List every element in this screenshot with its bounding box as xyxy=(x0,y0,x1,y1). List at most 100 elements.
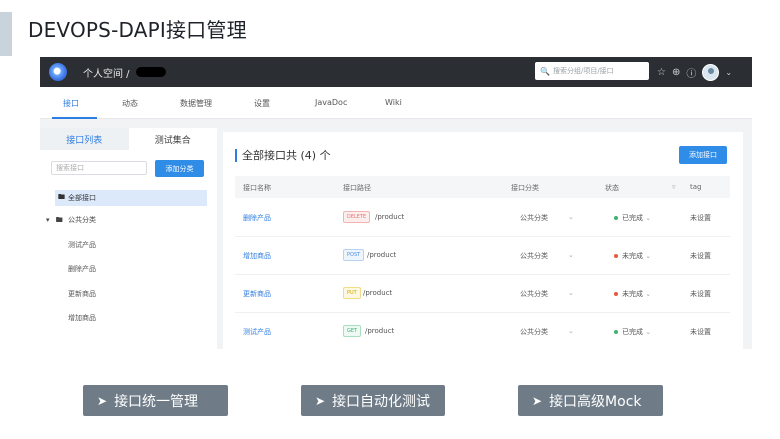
status-label: 未完成 xyxy=(622,290,643,298)
tag-value: 未设置 xyxy=(690,290,711,298)
feature-label: 接口自动化测试 xyxy=(332,393,431,410)
topbar-icons: ☆ ⊕ ⓘ ⌄ xyxy=(657,64,732,81)
tab-settings[interactable]: 设置 xyxy=(254,98,270,109)
status-dot xyxy=(614,254,618,258)
status-dot xyxy=(614,292,618,296)
arrow-right-icon: ➤ xyxy=(532,393,543,408)
active-tab-indicator xyxy=(52,117,97,119)
feature-pill-advanced-mock: ➤ 接口高级Mock xyxy=(518,385,663,416)
status-label: 已完成 xyxy=(622,328,643,336)
category-select[interactable]: 公共分类 xyxy=(520,251,548,261)
add-interface-button[interactable]: 添加接口 xyxy=(679,146,727,164)
chevron-down-icon: ⌄ xyxy=(645,252,652,260)
folder-icon: 🖿 xyxy=(58,192,65,201)
interface-name-link[interactable]: 测试产品 xyxy=(243,327,271,337)
method-badge: DELETE xyxy=(343,211,371,223)
tree-item[interactable]: 增加商品 xyxy=(68,313,96,323)
interface-path: /product xyxy=(365,327,395,335)
tab-activity[interactable]: 动态 xyxy=(122,98,138,109)
status-label: 已完成 xyxy=(622,214,643,222)
table-row[interactable]: 增加商品 POST /product 公共分类 ⌄ 未完成 ⌄ 未设置 xyxy=(235,237,730,275)
method-badge: PUT xyxy=(343,287,361,299)
plus-circle-icon[interactable]: ⊕ xyxy=(672,67,680,78)
tab-test-collection[interactable]: 测试集合 xyxy=(128,128,217,150)
tree-item[interactable]: 测试产品 xyxy=(68,240,96,250)
tab-interface-list[interactable]: 接口列表 xyxy=(40,128,129,150)
slide-accent-bar xyxy=(0,12,12,56)
table-row[interactable]: 测试产品 GET /product 公共分类 ⌄ 已完成 ⌄ 未设置 xyxy=(235,313,730,349)
slide-title: DEVOPS-DAPI接口管理 xyxy=(28,18,247,42)
add-category-button[interactable]: 添加分类 xyxy=(155,160,204,177)
interface-path: /product xyxy=(363,289,393,297)
nav-tabs: 接口 动态 数据管理 设置 JavaDoc Wiki xyxy=(40,87,752,119)
chevron-down-icon: ⌄ xyxy=(645,328,652,336)
column-header: 接口路径 xyxy=(343,184,371,192)
method-badge: POST xyxy=(343,249,365,261)
tab-data-management[interactable]: 数据管理 xyxy=(180,98,212,109)
tree-item[interactable]: 更新商品 xyxy=(68,289,96,299)
tag-value: 未设置 xyxy=(690,252,711,260)
interface-name-link[interactable]: 删除产品 xyxy=(243,213,271,223)
interface-path: /product xyxy=(367,251,397,259)
sidebar: 接口列表 测试集合 搜索接口 添加分类 🖿 全部接口 ▾ 🖿 公共分类 测试产品… xyxy=(40,128,217,349)
chevron-down-icon[interactable]: ⌄ xyxy=(568,327,574,335)
status-select[interactable]: 已完成 ⌄ xyxy=(614,327,651,337)
star-icon[interactable]: ☆ xyxy=(657,67,666,78)
sidebar-tabs: 接口列表 测试集合 xyxy=(40,128,217,150)
space-breadcrumb[interactable]: 个人空间 / xyxy=(83,65,130,80)
tree-item-all[interactable]: 🖿 全部接口 xyxy=(55,190,207,206)
chevron-down-icon: ⌄ xyxy=(645,214,652,222)
avatar[interactable] xyxy=(702,64,720,81)
table-row[interactable]: 删除产品 DELETE /product 公共分类 ⌄ 已完成 ⌄ 未设置 xyxy=(235,199,730,237)
feature-pill-unified-management: ➤ 接口统一管理 xyxy=(83,385,228,416)
chevron-down-icon[interactable]: ⌄ xyxy=(568,289,574,297)
app-logo-icon[interactable] xyxy=(49,63,67,81)
table-header: 接口名称 接口路径 接口分类 状态 ▿ tag xyxy=(235,176,730,198)
column-header: tag xyxy=(690,183,702,191)
tree-item[interactable]: 删除产品 xyxy=(68,264,96,274)
tab-wiki[interactable]: Wiki xyxy=(385,98,402,107)
status-select[interactable]: 未完成 ⌄ xyxy=(614,289,651,299)
arrow-right-icon: ➤ xyxy=(315,393,326,408)
search-icon: 🔍 xyxy=(540,66,550,76)
tab-javadoc[interactable]: JavaDoc xyxy=(315,98,347,107)
column-header: 接口名称 xyxy=(243,184,271,192)
tree-item-label: 全部接口 xyxy=(68,194,96,202)
main-panel: 全部接口共 (4) 个 添加接口 接口名称 接口路径 接口分类 状态 ▿ tag… xyxy=(223,132,743,349)
interface-name-link[interactable]: 更新商品 xyxy=(243,289,271,299)
interface-name-link[interactable]: 增加商品 xyxy=(243,251,271,261)
search-placeholder: 搜索分组/项目/接口 xyxy=(552,67,614,75)
arrow-right-icon: ➤ xyxy=(97,393,108,408)
category-select[interactable]: 公共分类 xyxy=(520,213,548,223)
status-select[interactable]: 未完成 ⌄ xyxy=(614,251,651,261)
chevron-down-icon[interactable]: ⌄ xyxy=(725,68,732,77)
column-header: 接口分类 xyxy=(511,184,539,192)
tree-group-public[interactable]: ▾ 🖿 公共分类 xyxy=(46,215,96,227)
global-search-input[interactable]: 🔍 搜索分组/项目/接口 xyxy=(535,62,649,80)
feature-pill-automation-testing: ➤ 接口自动化测试 xyxy=(301,385,445,416)
chevron-down-icon[interactable]: ⌄ xyxy=(568,213,574,221)
filter-icon[interactable]: ▿ xyxy=(672,183,676,191)
caret-down-icon: ▾ xyxy=(46,216,50,224)
feature-label: 接口统一管理 xyxy=(114,393,199,410)
tag-value: 未设置 xyxy=(690,328,711,336)
table-row[interactable]: 更新商品 PUT /product 公共分类 ⌄ 未完成 ⌄ 未设置 xyxy=(235,275,730,313)
feature-label: 接口高级Mock xyxy=(549,393,642,410)
tab-interface[interactable]: 接口 xyxy=(63,98,79,109)
top-bar: 个人空间 / 🔍 搜索分组/项目/接口 ☆ ⊕ ⓘ ⌄ xyxy=(40,57,752,87)
status-select[interactable]: 已完成 ⌄ xyxy=(614,213,651,223)
help-icon[interactable]: ⓘ xyxy=(686,65,696,80)
tag-value: 未设置 xyxy=(690,214,711,222)
app-window: 个人空间 / 🔍 搜索分组/项目/接口 ☆ ⊕ ⓘ ⌄ 接口 动态 数据管理 设… xyxy=(40,57,752,349)
folder-icon: 🖿 xyxy=(55,216,63,224)
category-select[interactable]: 公共分类 xyxy=(520,289,548,299)
category-select[interactable]: 公共分类 xyxy=(520,327,548,337)
interface-search-input[interactable]: 搜索接口 xyxy=(51,161,147,175)
chevron-down-icon[interactable]: ⌄ xyxy=(568,251,574,259)
interface-path: /product xyxy=(375,213,405,221)
page-title: 全部接口共 (4) 个 xyxy=(235,149,331,162)
status-dot xyxy=(614,330,618,334)
method-badge: GET xyxy=(343,325,362,337)
chevron-down-icon: ⌄ xyxy=(645,290,652,298)
redacted-name xyxy=(135,67,166,77)
